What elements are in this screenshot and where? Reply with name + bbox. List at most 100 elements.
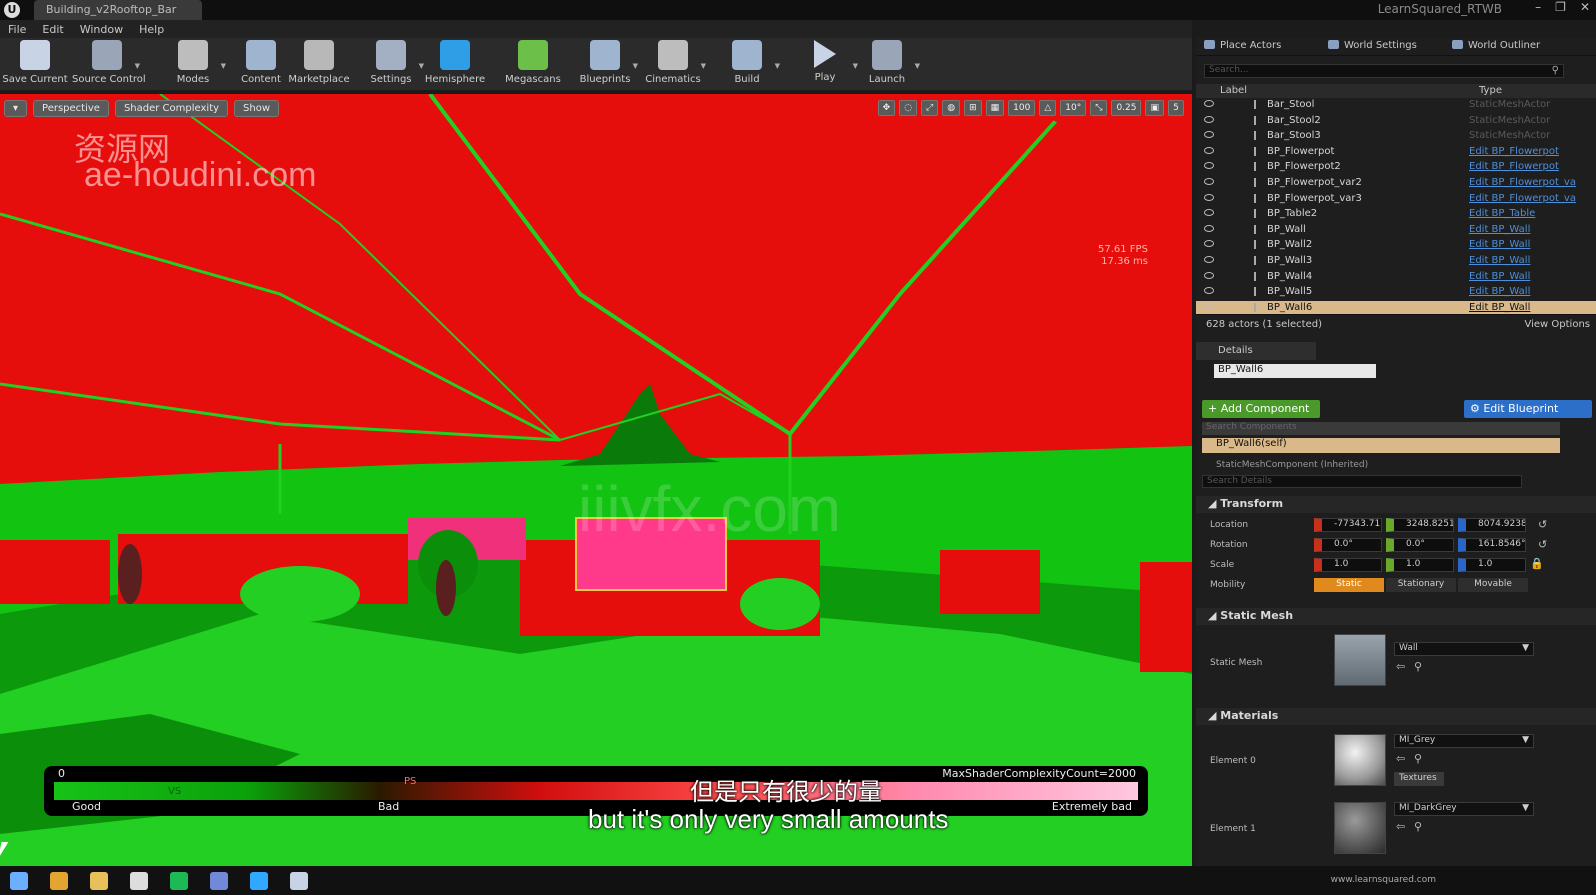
grid-snap-icon[interactable]: ▦: [985, 100, 1005, 116]
actor-type[interactable]: Edit BP_Wall: [1469, 255, 1530, 266]
material1-dropdown[interactable]: MI_DarkGrey ▼: [1394, 802, 1534, 816]
visibility-eye-icon[interactable]: [1204, 224, 1214, 232]
reset-rotation-icon[interactable]: ↺: [1538, 538, 1547, 551]
tab-world-settings[interactable]: World Settings: [1320, 38, 1444, 55]
level-viewport[interactable]: ▾ Perspective Shader Complexity Show ✥ ◌…: [0, 94, 1192, 866]
actor-type[interactable]: StaticMeshActor: [1469, 130, 1550, 141]
level-tab[interactable]: Building_v2Rooftop_Bar: [34, 0, 202, 20]
visibility-eye-icon[interactable]: [1204, 209, 1214, 217]
file-explorer-icon[interactable]: [90, 872, 108, 890]
outliner-row[interactable]: BP_Table2 Edit BP_Table: [1196, 207, 1596, 223]
actor-type[interactable]: StaticMeshActor: [1469, 99, 1550, 110]
visibility-eye-icon[interactable]: [1204, 255, 1214, 263]
material0-dropdown[interactable]: MI_Grey ▼: [1394, 734, 1534, 748]
translate-tool-icon[interactable]: ✥: [877, 100, 896, 116]
visibility-eye-icon[interactable]: [1204, 193, 1214, 201]
mobility-static-button[interactable]: Static: [1314, 578, 1384, 592]
outliner-row[interactable]: BP_Wall4 Edit BP_Wall: [1196, 270, 1596, 286]
grid-size-value[interactable]: 100: [1008, 100, 1036, 116]
close-button[interactable]: ✕: [1580, 0, 1590, 14]
location-z-field[interactable]: 8074.9238: [1458, 518, 1526, 532]
blueprints-button[interactable]: Blueprints ▼: [570, 40, 640, 85]
megascans-button[interactable]: Megascans: [498, 40, 568, 85]
outliner-row[interactable]: BP_Flowerpot2 Edit BP_Flowerpot: [1196, 160, 1596, 176]
marketplace-button[interactable]: Marketplace: [284, 40, 354, 85]
view-mode-button[interactable]: Shader Complexity: [114, 100, 229, 117]
rotation-x-field[interactable]: 0.0°: [1314, 538, 1382, 552]
scale-snap-icon[interactable]: ⤡: [1090, 100, 1108, 116]
surface-snap-icon[interactable]: ⊞: [964, 100, 982, 116]
visibility-eye-icon[interactable]: [1204, 240, 1214, 248]
rotation-snap-icon[interactable]: △: [1039, 100, 1057, 116]
visibility-eye-icon[interactable]: [1204, 131, 1214, 139]
outliner-row[interactable]: BP_Wall2 Edit BP_Wall: [1196, 238, 1596, 254]
outliner-row[interactable]: BP_Wall5 Edit BP_Wall: [1196, 285, 1596, 301]
location-x-field[interactable]: -77343.71: [1314, 518, 1382, 532]
search-details-input[interactable]: Search Details: [1202, 475, 1522, 488]
material0-thumbnail[interactable]: [1334, 734, 1386, 786]
material1-use-selected-icon[interactable]: ⇦: [1396, 820, 1405, 833]
outliner-row[interactable]: Bar_Stool StaticMeshActor: [1196, 98, 1596, 114]
location-y-field[interactable]: 3248.8251: [1386, 518, 1454, 532]
component-self[interactable]: BP_Wall6(self): [1202, 438, 1560, 453]
actor-name-field[interactable]: BP_Wall6: [1214, 364, 1376, 378]
actor-type[interactable]: Edit BP_Flowerpot_va: [1469, 193, 1576, 204]
textures-dropdown[interactable]: Textures: [1394, 772, 1444, 786]
search-components-input[interactable]: Search Components: [1202, 422, 1560, 435]
scale-x-field[interactable]: 1.0: [1314, 558, 1382, 572]
material0-browse-icon[interactable]: ⚲: [1414, 752, 1422, 765]
column-label[interactable]: Label: [1220, 85, 1247, 96]
section-static-mesh[interactable]: ◢ Static Mesh: [1196, 608, 1596, 625]
source-control-button[interactable]: Source Control ▼: [72, 40, 146, 85]
rotation-snap-value[interactable]: 10°: [1060, 100, 1087, 116]
scale-z-field[interactable]: 1.0: [1458, 558, 1526, 572]
spotify-icon[interactable]: [170, 872, 188, 890]
outliner-row[interactable]: BP_Flowerpot_var3 Edit BP_Flowerpot_va: [1196, 192, 1596, 208]
visibility-eye-icon[interactable]: [1204, 115, 1214, 123]
chrome-icon[interactable]: [50, 872, 68, 890]
menu-edit[interactable]: Edit: [42, 23, 63, 36]
edit-blueprint-button[interactable]: ⚙ Edit Blueprint: [1464, 400, 1592, 418]
actor-type[interactable]: Edit BP_Wall: [1469, 239, 1530, 250]
actor-type[interactable]: Edit BP_Flowerpot: [1469, 146, 1559, 157]
actor-type[interactable]: Edit BP_Wall: [1469, 271, 1530, 282]
windows-start-icon[interactable]: [10, 872, 28, 890]
outliner-search-input[interactable]: Search... ⚲: [1204, 64, 1564, 78]
world-space-icon[interactable]: ◍: [942, 100, 961, 116]
cinematics-button[interactable]: Cinematics ▼: [638, 40, 708, 85]
outliner-row[interactable]: BP_Wall Edit BP_Wall: [1196, 223, 1596, 239]
use-selected-icon[interactable]: ⇦: [1396, 660, 1405, 673]
outliner-row[interactable]: BP_Wall6 Edit BP_Wall: [1196, 300, 1596, 314]
outliner-row[interactable]: Bar_Stool3 StaticMeshActor: [1196, 129, 1596, 145]
actor-type[interactable]: StaticMeshActor: [1469, 115, 1550, 126]
hemisphere-button[interactable]: Hemisphere: [420, 40, 490, 85]
visibility-eye-icon[interactable]: [1204, 162, 1214, 170]
actor-type[interactable]: Edit BP_Flowerpot: [1469, 161, 1559, 172]
menu-window[interactable]: Window: [80, 23, 123, 36]
static-mesh-thumbnail[interactable]: [1334, 634, 1386, 686]
section-materials[interactable]: ◢ Materials: [1196, 708, 1596, 725]
tab-details[interactable]: Details: [1196, 342, 1316, 360]
actor-type[interactable]: Edit BP_Wall: [1469, 224, 1530, 235]
unreal-logo-icon[interactable]: U: [4, 2, 20, 18]
scale-tool-icon[interactable]: ⤢: [921, 100, 939, 116]
settings-button[interactable]: Settings ▼: [356, 40, 426, 85]
modes-button[interactable]: Modes ▼: [158, 40, 228, 85]
tab-world-outliner[interactable]: World Outliner: [1444, 38, 1568, 55]
reset-location-icon[interactable]: ↺: [1538, 518, 1547, 531]
actor-type[interactable]: Edit BP_Wall: [1469, 286, 1530, 297]
menu-file[interactable]: File: [8, 23, 26, 36]
rotation-y-field[interactable]: 0.0°: [1386, 538, 1454, 552]
launch-button[interactable]: Launch ▼: [852, 40, 922, 85]
save-current-button[interactable]: Save Current: [0, 40, 70, 85]
visibility-eye-icon[interactable]: [1204, 302, 1214, 310]
column-type[interactable]: Type: [1479, 85, 1502, 96]
minimize-button[interactable]: –: [1535, 0, 1541, 14]
outliner-row[interactable]: Bar_Stool2 StaticMeshActor: [1196, 114, 1596, 130]
material0-use-selected-icon[interactable]: ⇦: [1396, 752, 1405, 765]
visibility-eye-icon[interactable]: [1204, 271, 1214, 279]
mobility-movable-button[interactable]: Movable: [1458, 578, 1528, 592]
unreal-engine-icon[interactable]: [130, 872, 148, 890]
view-options-button[interactable]: View Options: [1525, 319, 1591, 330]
browse-icon[interactable]: ⚲: [1414, 660, 1422, 673]
